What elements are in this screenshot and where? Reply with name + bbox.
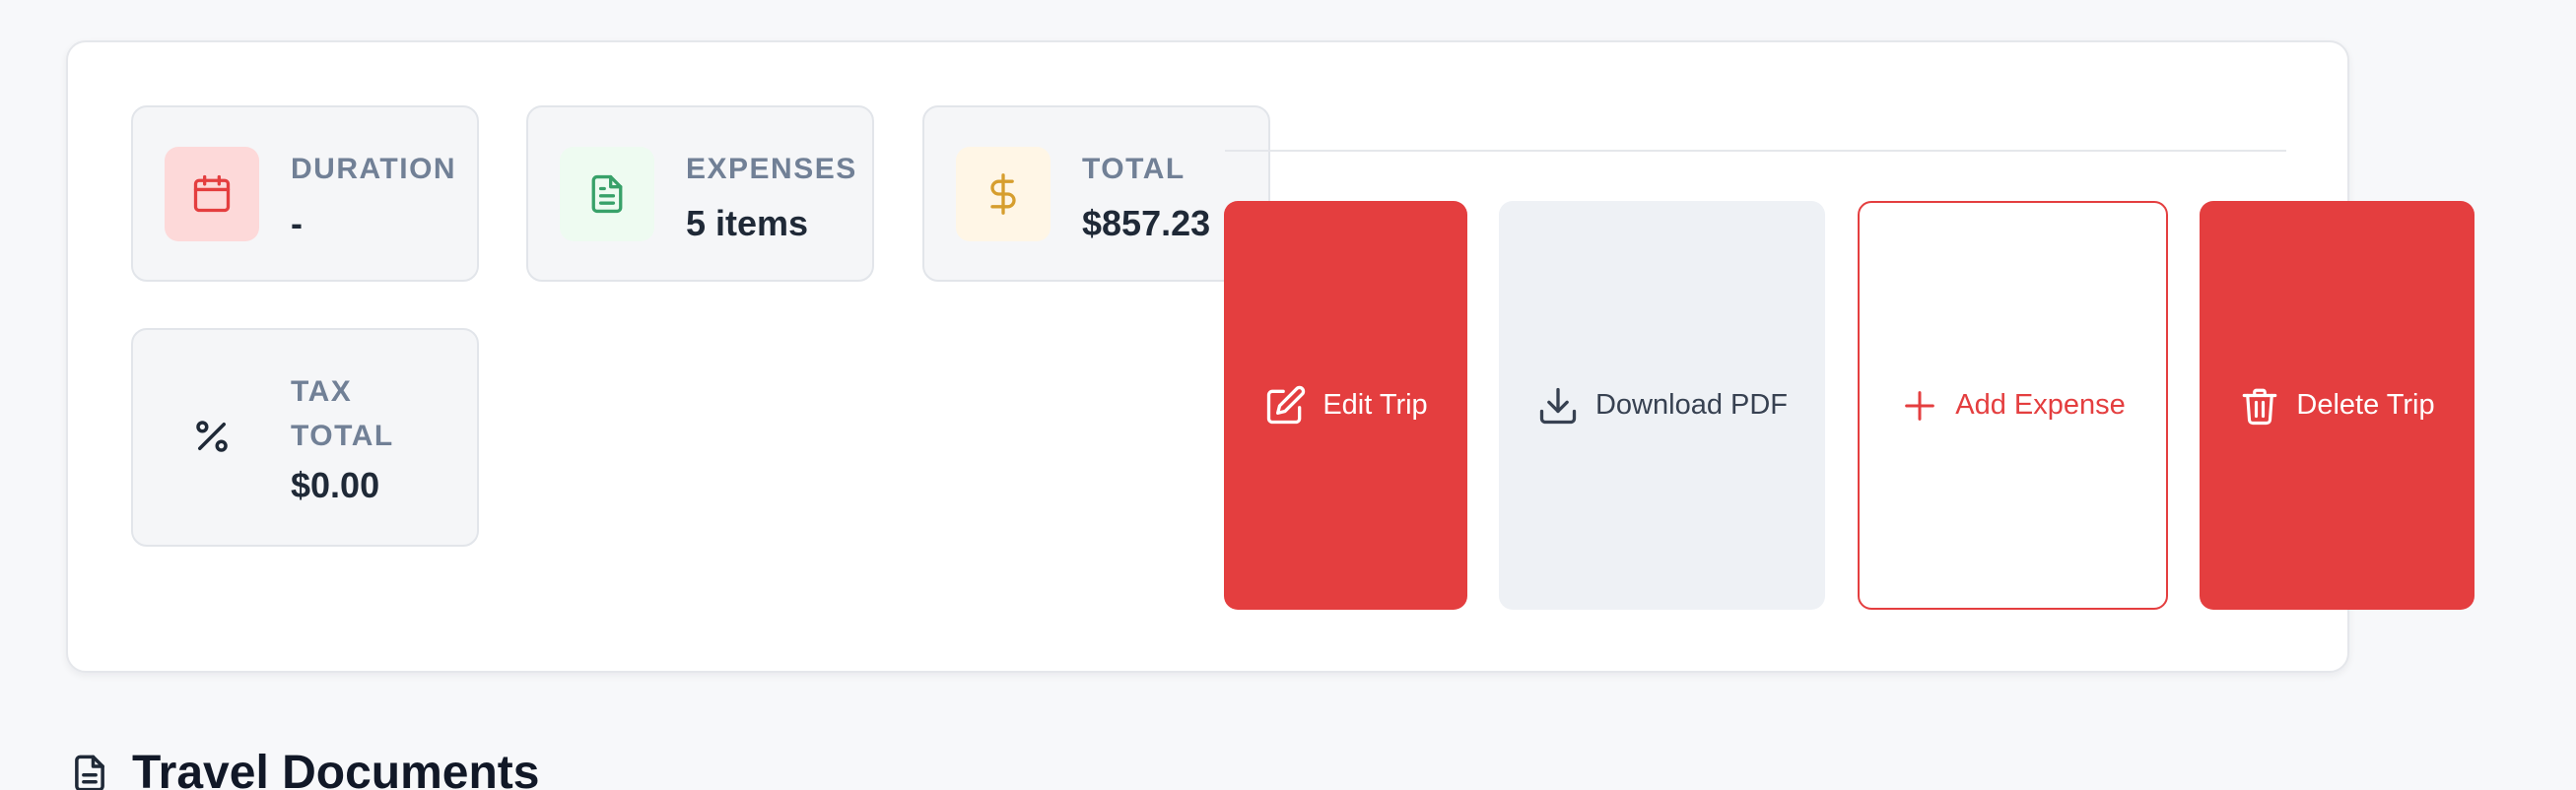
section-title: Travel Documents (132, 747, 540, 790)
add-expense-label: Add Expense (1955, 389, 2126, 421)
stat-total-label: TOTAL (1082, 153, 1186, 185)
download-pdf-button[interactable]: Download PDF (1499, 201, 1825, 610)
stat-total: TOTAL $857.23 (922, 105, 1270, 282)
document-icon (75, 755, 104, 790)
trash-icon (2243, 388, 2277, 425)
stat-expenses: EXPENSES 5 items (526, 105, 874, 282)
travel-documents-heading: Travel Documents (69, 741, 539, 790)
stat-tax-total: TAX TOTAL $0.00 (131, 328, 479, 547)
plus-icon (1905, 390, 1935, 421)
percent-icon (165, 389, 259, 484)
edit-trip-label: Edit Trip (1322, 389, 1428, 421)
trip-details-page: DURATION - EXPENSES 5 items TOTAL $857.2… (0, 0, 2576, 790)
stat-tax-total-label: TAX TOTAL (291, 369, 394, 458)
delete-trip-button[interactable]: Delete Trip (2200, 201, 2474, 610)
stat-tax-total-value: $0.00 (291, 465, 380, 505)
document-icon (560, 147, 654, 241)
add-expense-button[interactable]: Add Expense (1858, 201, 2168, 610)
stat-total-value: $857.23 (1082, 203, 1211, 243)
edit-trip-button[interactable]: Edit Trip (1224, 201, 1467, 610)
stat-tax-total-label-line1: TAX (291, 375, 353, 408)
delete-trip-label: Delete Trip (2296, 389, 2435, 421)
dollar-icon (956, 147, 1051, 241)
actions-divider (1225, 150, 2286, 152)
stat-duration-value: - (291, 203, 303, 243)
stat-duration-label: DURATION (291, 153, 457, 185)
stat-tax-total-label-line2: TOTAL (291, 420, 394, 452)
stat-expenses-value: 5 items (686, 203, 809, 243)
stat-expenses-label: EXPENSES (686, 153, 857, 185)
calendar-icon (165, 147, 259, 241)
stat-duration: DURATION - (131, 105, 479, 282)
download-pdf-label: Download PDF (1594, 389, 1789, 421)
download-icon (1539, 387, 1577, 424)
edit-icon (1267, 385, 1306, 424)
